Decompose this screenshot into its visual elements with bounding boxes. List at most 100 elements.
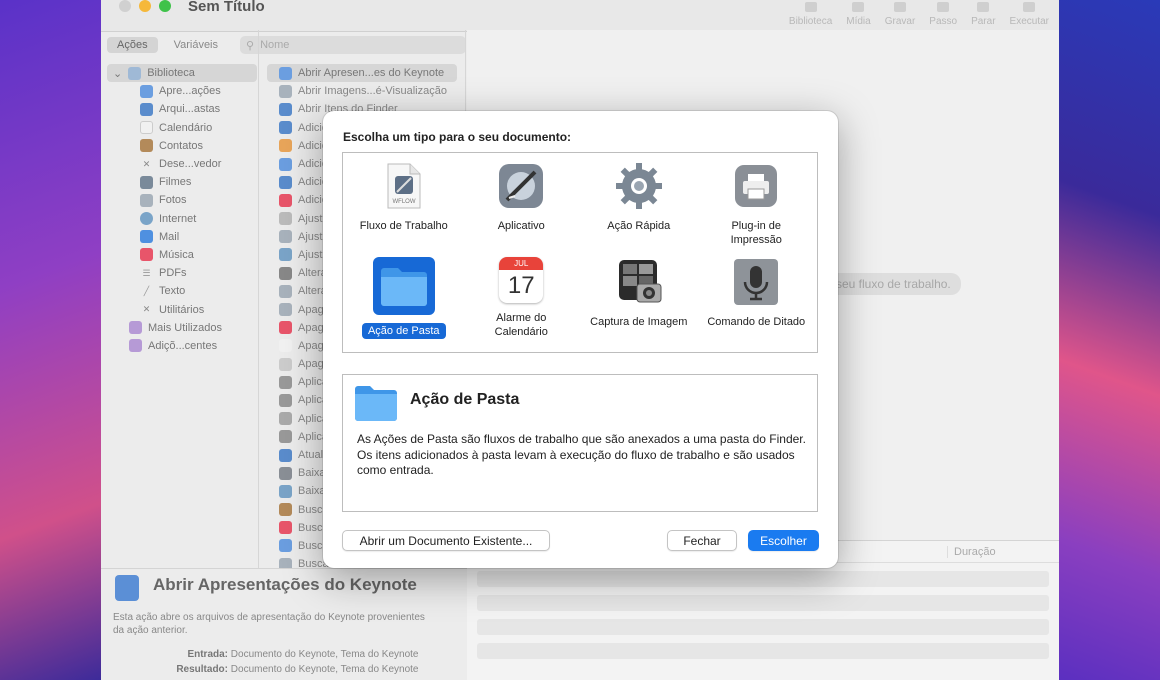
library-root-label: Biblioteca: [147, 67, 195, 80]
smart-folder-icon: [129, 321, 142, 335]
toolbar-media-button[interactable]: Mídia: [846, 2, 871, 27]
library-item-label: Mail: [159, 230, 180, 243]
action-icon: [279, 84, 292, 98]
smart-folder-icon: [129, 339, 142, 353]
close-button[interactable]: Fechar: [667, 530, 737, 551]
doc-type-calendar-alarm[interactable]: JUL 17 Alarme do Calendário: [463, 253, 581, 349]
doc-type-print-plugin[interactable]: Plug-in de Impressão: [698, 157, 816, 253]
toolbar-stop-button[interactable]: Parar: [971, 2, 996, 27]
toolbar: Biblioteca Mídia Gravar Passo Parar Exec…: [789, 2, 1049, 27]
doc-type-image-capture[interactable]: Captura de Imagem: [580, 253, 698, 349]
action-icon: [279, 412, 292, 426]
library-item-developer[interactable]: ✕ Dese...vedor: [107, 155, 257, 173]
document-type-dialog: Escolha um tipo para o seu documento: WF…: [323, 111, 838, 568]
library-item-music[interactable]: Música: [107, 246, 257, 264]
tab-actions[interactable]: Ações: [107, 37, 158, 53]
calendar-icon: JUL 17: [499, 256, 544, 303]
library-item-presentations[interactable]: Apre...ações: [107, 82, 257, 100]
action-icon: [279, 321, 292, 335]
calendar-icon: [140, 121, 153, 135]
library-item-label: Texto: [159, 285, 186, 298]
action-description-panel: Abrir Apresentações do Keynote Esta ação…: [101, 568, 467, 680]
keynote-icon: [115, 575, 139, 601]
open-existing-document-button[interactable]: Abrir um Documento Existente...: [342, 530, 550, 551]
doc-type-folder-action[interactable]: Ação de Pasta: [345, 253, 463, 349]
folder-icon: [355, 386, 397, 421]
workflow-drop-hint: seu fluxo de trabalho.: [826, 273, 961, 295]
action-icon: [279, 448, 292, 462]
doc-type-quick-action[interactable]: Ação Rápida: [580, 157, 698, 253]
library-item-movies[interactable]: Filmes: [107, 173, 257, 191]
calendar-month: JUL: [499, 256, 544, 270]
toolbar-step-button[interactable]: Passo: [929, 2, 957, 27]
result-label: Resultado:: [176, 664, 228, 675]
doc-type-application[interactable]: Aplicativo: [463, 157, 581, 253]
desktop-wallpaper-left: [0, 0, 110, 680]
action-icon: [279, 102, 292, 116]
action-item-label: Abrir Imagens...é-Visualização: [298, 85, 447, 98]
window-controls: [119, 0, 171, 12]
action-icon: [279, 466, 292, 480]
library-item-pdfs[interactable]: ☰ PDFs: [107, 264, 257, 282]
minimize-window-button[interactable]: [139, 0, 151, 12]
action-icon: [279, 266, 292, 280]
library-item-utilities[interactable]: ✕ Utilitários: [107, 300, 257, 318]
document-type-grid: WFLOW Fluxo de Trabalho Aplicativo Ação …: [342, 152, 818, 353]
action-item-label: Abrir Apresen...es do Keynote: [298, 67, 445, 80]
duration-column-header[interactable]: Duração: [947, 546, 996, 558]
chevron-down-icon: ⌄: [113, 67, 123, 80]
action-icon: [279, 248, 292, 262]
choose-button[interactable]: Escolher: [748, 530, 819, 551]
library-recently-added[interactable]: Adiçõ...centes: [107, 337, 257, 355]
close-window-button[interactable]: [119, 0, 131, 12]
folder-icon: [372, 256, 435, 315]
doc-type-label: Comando de Ditado: [707, 315, 806, 328]
automator-app-icon: [496, 161, 546, 211]
zoom-window-button[interactable]: [159, 0, 171, 12]
action-icon: [279, 193, 292, 207]
action-icon: [279, 284, 292, 298]
library-item-label: Adiçõ...centes: [148, 339, 218, 352]
library-item-label: Contatos: [159, 139, 204, 152]
library-item-photos[interactable]: Fotos: [107, 191, 257, 209]
library-item-label: Mais Utilizados: [148, 321, 222, 334]
photos-icon: [140, 193, 153, 207]
action-icon: [279, 393, 292, 407]
action-icon: [279, 484, 292, 498]
title-bar: Sem Título Biblioteca Mídia Gravar Passo…: [101, 0, 1059, 32]
wflow-tag: WFLOW: [392, 199, 415, 205]
library-item-calendar[interactable]: Calendário: [107, 119, 257, 137]
selected-type-description: As Ações de Pasta são fluxos de trabalho…: [357, 432, 806, 477]
doc-type-workflow[interactable]: WFLOW Fluxo de Trabalho: [345, 157, 463, 253]
window-title: Sem Título: [188, 0, 265, 15]
tab-variables[interactable]: Variáveis: [164, 37, 228, 53]
library-item-text[interactable]: ╱ Texto: [107, 282, 257, 300]
toolbar-record-button[interactable]: Gravar: [885, 2, 915, 27]
toolbar-run-button[interactable]: Executar: [1010, 2, 1049, 27]
library-icon: [128, 66, 142, 80]
search-icon: ⚲: [246, 39, 255, 52]
action-icon: [279, 339, 292, 353]
action-item-label: Baixa: [298, 467, 326, 480]
doc-type-label: Ação de Pasta: [361, 322, 446, 339]
library-item-internet[interactable]: Internet: [107, 210, 257, 228]
toolbar-library-button[interactable]: Biblioteca: [789, 2, 832, 27]
action-item[interactable]: Abrir Apresen...es do Keynote: [267, 64, 457, 83]
library-item-label: Dese...vedor: [159, 158, 222, 171]
action-io: Entrada: Documento do Keynote, Tema do K…: [113, 647, 443, 677]
library-most-used[interactable]: Mais Utilizados: [107, 319, 257, 337]
image-capture-icon: [614, 257, 664, 307]
library-item-mail[interactable]: Mail: [107, 228, 257, 246]
action-item[interactable]: Abrir Imagens...é-Visualização: [267, 82, 457, 100]
action-icon: [279, 503, 292, 517]
doc-type-dictation-command[interactable]: Comando de Ditado: [698, 253, 816, 349]
printer-icon: [731, 161, 781, 211]
pdf-icon: ☰: [142, 267, 151, 278]
library-root[interactable]: ⌄ Biblioteca: [107, 64, 257, 83]
library-list: ⌄ Biblioteca Apre...ações Arqui...astas …: [107, 64, 257, 355]
result-value: Documento do Keynote, Tema do Keynote: [230, 664, 419, 675]
library-item-label: Filmes: [159, 176, 192, 189]
library-item-contacts[interactable]: Contatos: [107, 137, 257, 155]
action-icon: [279, 139, 292, 153]
library-item-files[interactable]: Arqui...astas: [107, 100, 257, 118]
